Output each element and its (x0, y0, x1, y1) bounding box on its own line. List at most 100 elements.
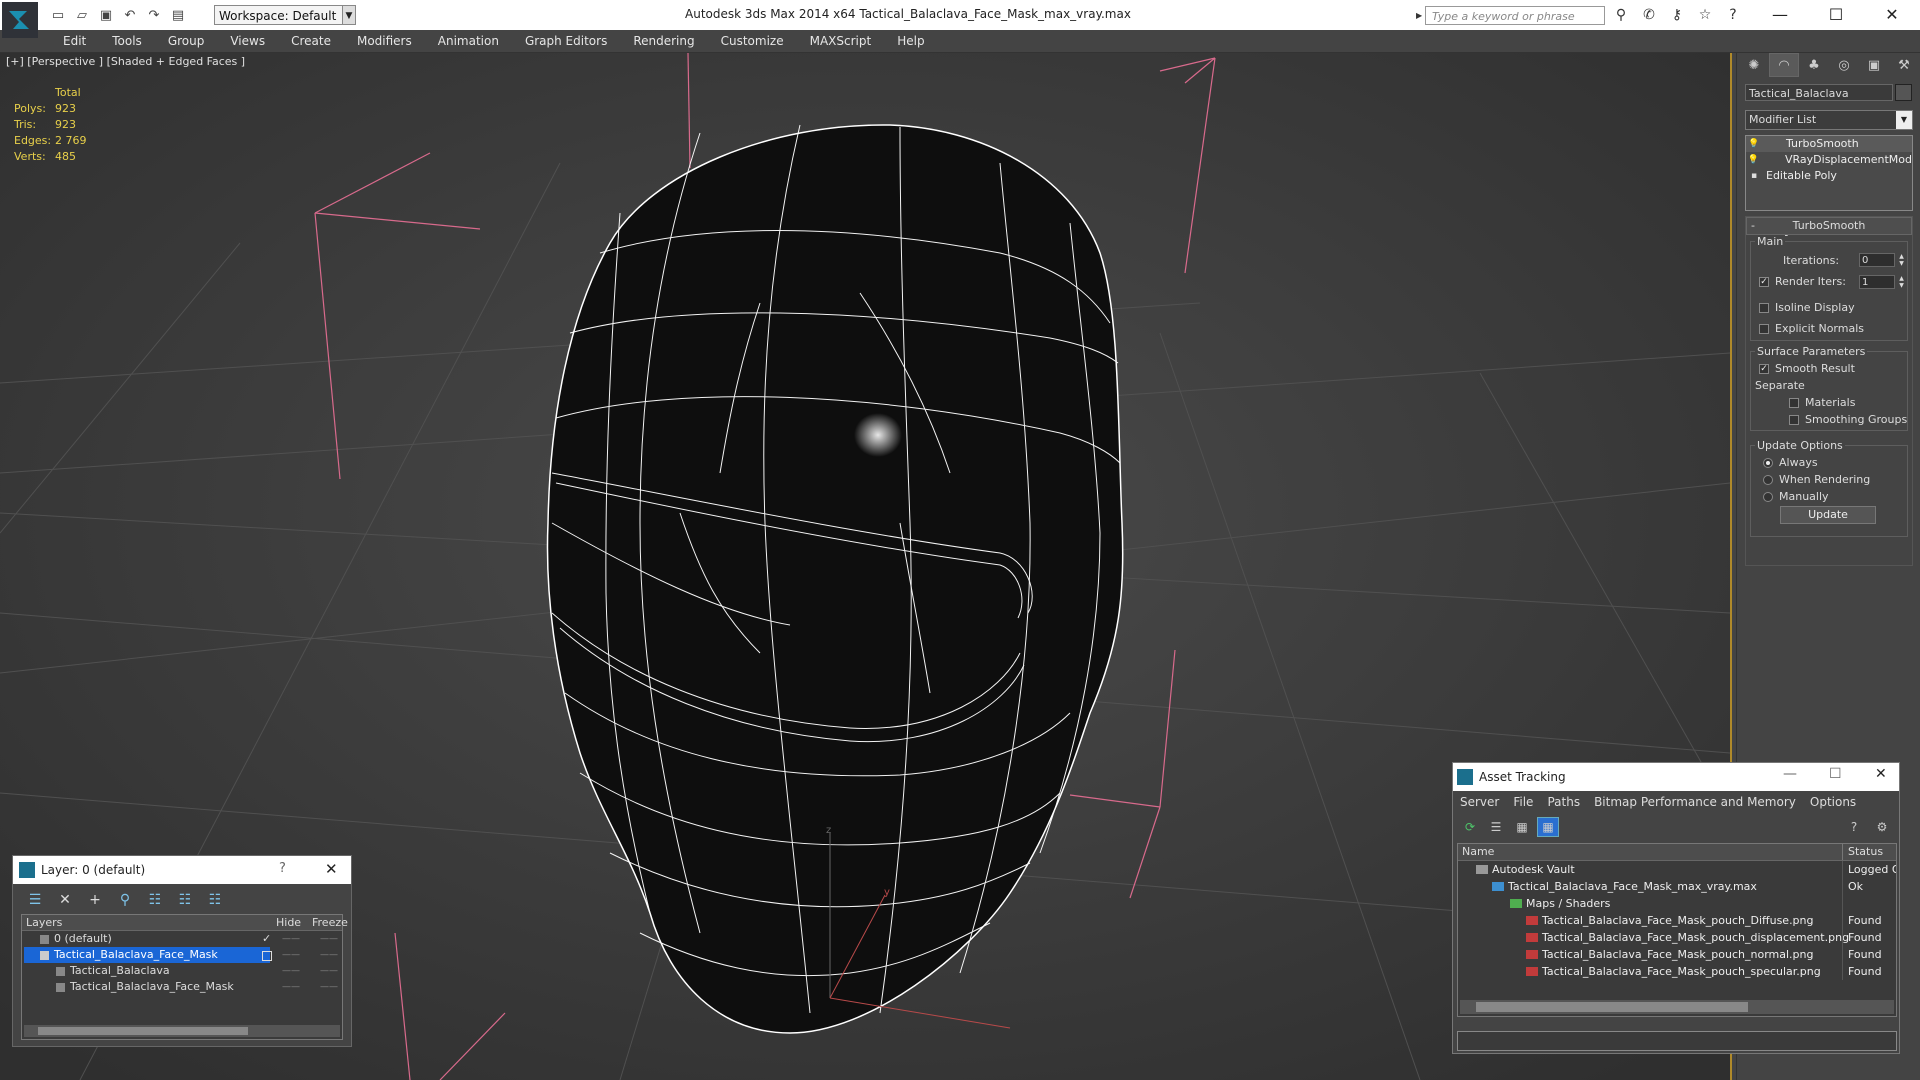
binoculars-icon[interactable]: ⚲ (1610, 5, 1632, 25)
column-freeze[interactable]: Freeze (312, 916, 348, 929)
menu-views[interactable]: Views (217, 30, 278, 52)
freeze-all-icon[interactable]: ☷ (203, 889, 227, 911)
scrollbar-thumb[interactable] (1476, 1002, 1748, 1012)
asset-path-field[interactable] (1457, 1031, 1897, 1051)
context-help-icon[interactable]: ⚙ (1871, 817, 1893, 837)
chevron-down-icon[interactable]: ▼ (1896, 111, 1912, 129)
iterations-spinner[interactable]: 0 (1859, 253, 1895, 267)
undo-icon[interactable]: ↶ (120, 5, 140, 25)
horizontal-scrollbar[interactable] (24, 1025, 340, 1037)
asset-row[interactable]: Tactical_Balaclava_Face_Mask_pouch_norma… (1458, 946, 1896, 963)
menu-tools[interactable]: Tools (99, 30, 155, 52)
table-view-icon[interactable]: ▦ (1511, 817, 1533, 837)
menu-paths[interactable]: Paths (1540, 791, 1587, 813)
layer-dialog-titlebar[interactable]: Layer: 0 (default) ? ✕ (13, 856, 351, 884)
stack-item-turbosmooth[interactable]: 💡 TurboSmooth (1746, 136, 1912, 152)
save-file-icon[interactable]: ▣ (96, 5, 116, 25)
freeze-toggle[interactable]: —— (320, 963, 338, 979)
new-file-icon[interactable]: ▭ (48, 5, 68, 25)
project-folder-icon[interactable]: ▤ (168, 5, 188, 25)
maximize-icon[interactable]: ☐ (1829, 766, 1842, 782)
redo-icon[interactable]: ↷ (144, 5, 164, 25)
menu-modifiers[interactable]: Modifiers (344, 30, 425, 52)
asset-row[interactable]: Autodesk Vault Logged O (1458, 861, 1896, 878)
horizontal-scrollbar[interactable] (1460, 1000, 1894, 1014)
layer-row-selected[interactable]: Tactical_Balaclava_Face_Mask —— —— (22, 947, 342, 963)
object-name-field[interactable]: Tactical_Balaclava (1745, 84, 1893, 101)
object-row[interactable]: Tactical_Balaclava_Face_Mask —— —— (22, 979, 342, 995)
menu-customize[interactable]: Customize (708, 30, 797, 52)
menu-graph-editors[interactable]: Graph Editors (512, 30, 620, 52)
expand-plus-icon[interactable]: ▪ (1746, 168, 1762, 184)
set-current-box-icon[interactable] (262, 951, 272, 961)
explicit-normals-checkbox[interactable] (1759, 324, 1769, 334)
when-rendering-radio[interactable] (1763, 475, 1773, 485)
menu-create[interactable]: Create (278, 30, 344, 52)
render-iters-spinner[interactable]: 1 (1859, 275, 1895, 289)
delete-layer-icon[interactable]: ✕ (53, 889, 77, 911)
list-view-icon[interactable]: ☰ (1485, 817, 1507, 837)
refresh-icon[interactable]: ⟳ (1459, 817, 1481, 837)
menu-help[interactable]: Help (884, 30, 937, 52)
isoline-display-checkbox[interactable] (1759, 303, 1769, 313)
asset-row[interactable]: Maps / Shaders (1458, 895, 1896, 912)
add-to-layer-icon[interactable]: + (83, 889, 107, 911)
asset-row[interactable]: Tactical_Balaclava_Face_Mask_pouch_specu… (1458, 963, 1896, 980)
close-icon[interactable]: ✕ (1875, 766, 1887, 782)
current-layer-check-icon[interactable]: ✓ (262, 931, 271, 947)
stack-item-editable-poly[interactable]: ▪ Editable Poly (1746, 168, 1912, 184)
hide-toggle[interactable]: —— (282, 947, 300, 963)
open-file-icon[interactable]: ▱ (72, 5, 92, 25)
help-icon[interactable]: ? (279, 861, 286, 876)
freeze-toggle[interactable]: —— (320, 979, 338, 995)
asset-row[interactable]: Tactical_Balaclava_Face_Mask_pouch_Diffu… (1458, 912, 1896, 929)
column-hide[interactable]: Hide (276, 916, 301, 929)
utilities-tab-icon[interactable]: ⚒ (1889, 53, 1919, 77)
object-color-swatch[interactable] (1895, 84, 1912, 101)
favorites-star-icon[interactable]: ☆ (1694, 5, 1716, 25)
hide-all-icon[interactable]: ☷ (173, 889, 197, 911)
hide-toggle[interactable]: —— (282, 963, 300, 979)
help-icon[interactable]: ? (1722, 5, 1744, 25)
chevron-down-icon[interactable]: ▼ (342, 5, 356, 25)
smoothing-groups-checkbox[interactable] (1789, 415, 1799, 425)
create-tab-icon[interactable]: ✺ (1739, 53, 1769, 77)
menu-options[interactable]: Options (1803, 791, 1863, 813)
close-icon[interactable]: ✕ (325, 860, 338, 878)
maximize-button[interactable]: ☐ (1808, 0, 1864, 28)
layer-row[interactable]: 0 (default) ✓ —— —— (22, 931, 342, 947)
communication-center-icon[interactable]: ✆ (1638, 5, 1660, 25)
freeze-toggle[interactable]: —— (320, 931, 338, 947)
column-layers[interactable]: Layers (26, 916, 62, 929)
create-layer-icon[interactable]: ☰ (23, 889, 47, 911)
hide-toggle[interactable]: —— (282, 979, 300, 995)
menu-edit[interactable]: Edit (50, 30, 99, 52)
manually-radio[interactable] (1763, 492, 1773, 502)
spinner-arrows-icon[interactable]: ▲ ▼ (1897, 253, 1906, 267)
spinner-arrows-icon[interactable]: ▲ ▼ (1897, 275, 1906, 289)
update-button[interactable]: Update (1780, 506, 1876, 524)
render-iters-checkbox[interactable]: ✓ (1759, 277, 1769, 287)
search-input[interactable]: Type a keyword or phrase (1425, 6, 1605, 25)
rollout-header[interactable]: - TurboSmooth (1746, 217, 1912, 235)
always-radio[interactable] (1763, 458, 1773, 468)
hide-toggle[interactable]: —— (282, 931, 300, 947)
materials-checkbox[interactable] (1789, 398, 1799, 408)
grid-view-icon[interactable]: ▦ (1537, 817, 1559, 837)
menu-server[interactable]: Server (1453, 791, 1506, 813)
minimize-icon[interactable]: — (1783, 766, 1797, 782)
close-button[interactable]: ✕ (1864, 0, 1920, 28)
workspace-dropdown[interactable]: Workspace: Default (214, 5, 354, 25)
modify-tab-icon[interactable]: ◠ (1769, 53, 1799, 77)
asset-row[interactable]: Tactical_Balaclava_Face_Mask_pouch_displ… (1458, 929, 1896, 946)
menu-maxscript[interactable]: MAXScript (797, 30, 885, 52)
modifier-list-dropdown[interactable]: Modifier List ▼ (1745, 110, 1913, 130)
smooth-result-checkbox[interactable]: ✓ (1759, 364, 1769, 374)
column-name[interactable]: Name (1462, 845, 1494, 858)
menu-bitmap-performance[interactable]: Bitmap Performance and Memory (1587, 791, 1803, 813)
lightbulb-icon[interactable]: 💡 (1746, 136, 1762, 152)
scrollbar-thumb[interactable] (38, 1027, 248, 1035)
key-icon[interactable]: ⚷ (1666, 5, 1688, 25)
freeze-toggle[interactable]: —— (320, 947, 338, 963)
asset-tracking-titlebar[interactable]: Asset Tracking — ☐ ✕ (1453, 763, 1899, 791)
